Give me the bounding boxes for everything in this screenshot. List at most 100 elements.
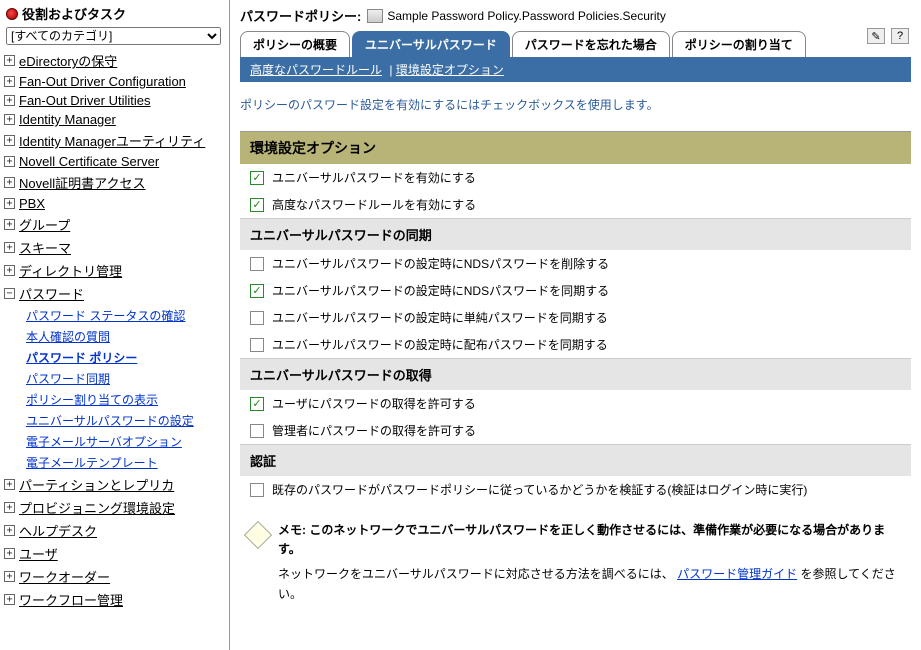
tab[interactable]: パスワードを忘れた場合 [512, 31, 670, 57]
expand-icon[interactable]: + [4, 502, 15, 513]
sidebar-item-label[interactable]: ディレクトリ管理 [19, 261, 122, 280]
subtab-advanced[interactable]: 高度なパスワードルール [250, 63, 382, 77]
sidebar-item-label[interactable]: パスワード [19, 284, 84, 303]
sidebar-item-label[interactable]: Novell Certificate Server [19, 154, 159, 169]
option-row: ✓ ユーザにパスワードの取得を許可する [240, 390, 911, 417]
option-label: ユニバーサルパスワードを有効にする [272, 169, 476, 186]
expand-icon[interactable]: + [4, 156, 15, 167]
sidebar-item[interactable]: + PBX [0, 194, 227, 213]
expand-icon[interactable]: + [4, 95, 15, 106]
memo-link[interactable]: パスワード管理ガイド [677, 567, 797, 581]
sidebar-item-label[interactable]: Fan-Out Driver Configuration [19, 74, 186, 89]
sidebar-subitem[interactable]: ポリシー割り当ての表示 [26, 393, 158, 407]
tab[interactable]: ユニバーサルパスワード [352, 31, 510, 57]
option-label: ユニバーサルパスワードの設定時に配布パスワードを同期する [272, 336, 608, 353]
expand-icon[interactable]: + [4, 135, 15, 146]
option-label: ユニバーサルパスワードの設定時にNDSパスワードを削除する [272, 255, 609, 272]
object-icon [367, 9, 383, 23]
sidebar-item[interactable]: + ディレクトリ管理 [0, 259, 227, 282]
sidebar-item[interactable]: + ユーザ [0, 542, 227, 565]
sidebar-item[interactable]: + Fan-Out Driver Configuration [0, 72, 227, 91]
sidebar-item-label[interactable]: eDirectoryの保守 [19, 51, 117, 70]
sidebar-subitem[interactable]: 電子メールサーバオプション [26, 435, 182, 449]
sidebar-item[interactable]: −パスワード [0, 282, 227, 305]
memo-icon [244, 521, 272, 549]
option-label: 既存のパスワードがパスワードポリシーに従っているかどうかを検証する(検証はログイ… [272, 481, 807, 498]
category-select[interactable]: [すべてのカテゴリ] [6, 27, 221, 45]
option-label: ユーザにパスワードの取得を許可する [272, 395, 476, 412]
help-icon[interactable]: ? [891, 28, 909, 44]
expand-icon[interactable]: + [4, 55, 15, 66]
expand-icon[interactable]: + [4, 525, 15, 536]
expand-icon[interactable]: + [4, 177, 15, 188]
expand-icon[interactable]: + [4, 219, 15, 230]
sidebar-item[interactable]: + ヘルプデスク [0, 519, 227, 542]
sidebar-item-label[interactable]: ヘルプデスク [19, 521, 97, 540]
option-label: ユニバーサルパスワードの設定時に単純パスワードを同期する [272, 309, 608, 326]
sidebar-item[interactable]: + Identity Managerユーティリティ [0, 129, 227, 152]
expand-icon[interactable]: + [4, 242, 15, 253]
checkbox[interactable]: ✓ [250, 198, 264, 212]
sidebar-item-label[interactable]: グループ [19, 215, 70, 234]
sidebar-item[interactable]: + Identity Manager [0, 110, 227, 129]
tab[interactable]: ポリシーの概要 [240, 31, 350, 57]
expand-icon[interactable]: + [4, 265, 15, 276]
checkbox[interactable]: ✓ [250, 397, 264, 411]
expand-icon[interactable]: + [4, 571, 15, 582]
sidebar-item[interactable]: + プロビジョニング環境設定 [0, 496, 227, 519]
sidebar-item-label[interactable]: Fan-Out Driver Utilities [19, 93, 150, 108]
memo-body: このネットワークでユニバーサルパスワードを正しく動作させるには、準備作業が必要に… [278, 523, 885, 556]
sidebar-item[interactable]: + Fan-Out Driver Utilities [0, 91, 227, 110]
intro-text: ポリシーのパスワード設定を有効にするにはチェックボックスを使用します。 [240, 96, 911, 113]
sidebar-item[interactable]: + ワークフロー管理 [0, 588, 227, 611]
sidebar-item[interactable]: + グループ [0, 213, 227, 236]
option-row: ✓管理者にパスワードの取得を許可する [240, 417, 911, 444]
expand-icon[interactable]: + [4, 198, 15, 209]
option-row: ✓ 既存のパスワードがパスワードポリシーに従っているかどうかを検証する(検証はログ… [240, 476, 911, 503]
checkbox[interactable]: ✓ [250, 338, 264, 352]
sidebar-subitem[interactable]: 本人確認の質問 [26, 330, 110, 344]
subtab-config[interactable]: 環境設定オプション [396, 63, 504, 77]
checkbox[interactable]: ✓ [250, 424, 264, 438]
checkbox[interactable]: ✓ [250, 171, 264, 185]
expand-icon[interactable]: + [4, 114, 15, 125]
sidebar-item-label[interactable]: Novell証明書アクセス [19, 173, 145, 192]
expand-icon[interactable]: + [4, 76, 15, 87]
expand-icon[interactable]: + [4, 548, 15, 559]
tab[interactable]: ポリシーの割り当て [672, 31, 806, 57]
sidebar-item-label[interactable]: ワークオーダー [19, 567, 110, 586]
option-row: ✓ ユニバーサルパスワードの設定時にNDSパスワードを削除する [240, 250, 911, 277]
sidebar-item-label[interactable]: PBX [19, 196, 45, 211]
tabs-row: ポリシーの概要ユニバーサルパスワードパスワードを忘れた場合ポリシーの割り当て [240, 31, 911, 57]
sidebar-subitem[interactable]: パスワード同期 [26, 372, 110, 386]
sidebar-item[interactable]: + パーティションとレプリカ [0, 473, 227, 496]
checkbox[interactable]: ✓ [250, 311, 264, 325]
checkbox[interactable]: ✓ [250, 284, 264, 298]
sidebar-item-label[interactable]: ユーザ [19, 544, 58, 563]
sidebar-item-label[interactable]: ワークフロー管理 [19, 590, 123, 609]
section-header: 環境設定オプション [240, 131, 911, 164]
collapse-icon[interactable]: − [4, 288, 15, 299]
expand-icon[interactable]: + [4, 479, 15, 490]
sidebar-item-label[interactable]: プロビジョニング環境設定 [19, 498, 175, 517]
sidebar-item[interactable]: + Novell証明書アクセス [0, 171, 227, 194]
sidebar-subitem[interactable]: ユニバーサルパスワードの設定 [26, 414, 194, 428]
sidebar-item[interactable]: + スキーマ [0, 236, 227, 259]
sidebar-item[interactable]: + Novell Certificate Server [0, 152, 227, 171]
option-row: ✓ ユニバーサルパスワードの設定時に単純パスワードを同期する [240, 304, 911, 331]
sidebar-subitem[interactable]: パスワード ポリシー [26, 351, 137, 365]
sidebar-item[interactable]: + ワークオーダー [0, 565, 227, 588]
sidebar-subitem[interactable]: パスワード ステータスの確認 [26, 309, 185, 323]
sidebar-subitem[interactable]: 電子メールテンプレート [26, 456, 158, 470]
sidebar-item-label[interactable]: パーティションとレプリカ [19, 475, 174, 494]
sidebar-item[interactable]: + eDirectoryの保守 [0, 49, 227, 72]
sidebar-item-label[interactable]: Identity Managerユーティリティ [19, 131, 205, 150]
sidebar-title-text: 役割およびタスク [22, 4, 126, 23]
checkbox[interactable]: ✓ [250, 483, 264, 497]
checkbox[interactable]: ✓ [250, 257, 264, 271]
sidebar-item-label[interactable]: Identity Manager [19, 112, 116, 127]
tool-icon[interactable]: ✎ [867, 28, 885, 44]
expand-icon[interactable]: + [4, 594, 15, 605]
option-row: ✓高度なパスワードルールを有効にする [240, 191, 911, 218]
sidebar-item-label[interactable]: スキーマ [19, 238, 71, 257]
